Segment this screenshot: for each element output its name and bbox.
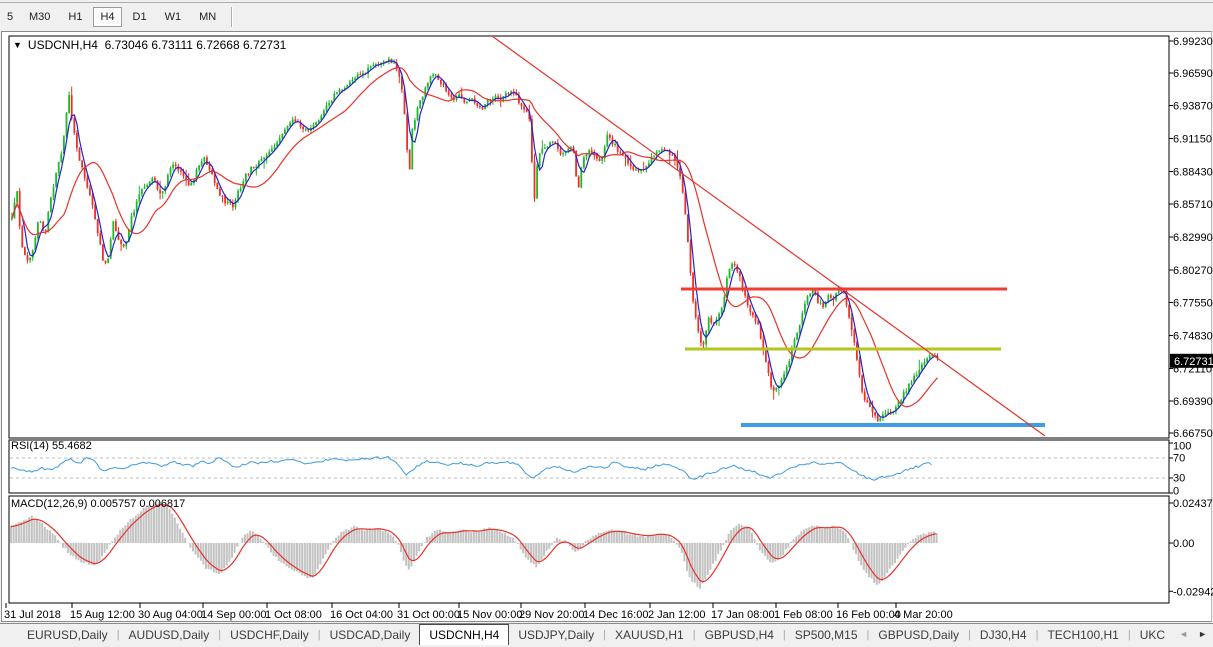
tf-button-d1[interactable]: D1 <box>126 7 154 27</box>
macd-axis: 0.024372 0.00 -0.029423 <box>1169 498 1213 598</box>
chart-symbol-label: USDCNH,H4 <box>28 38 98 52</box>
svg-text:0.024372: 0.024372 <box>1173 498 1213 510</box>
svg-text:16 Feb 00:00: 16 Feb 00:00 <box>836 609 901 621</box>
svg-text:2 Jan 12:00: 2 Jan 12:00 <box>648 609 706 621</box>
chart-ohlc-values: 6.73046 6.73111 6.72668 6.72731 <box>105 38 287 52</box>
tf-button-5[interactable]: 5 <box>4 7 18 27</box>
svg-text:6.74830: 6.74830 <box>1173 331 1213 343</box>
tf-button-h1[interactable]: H1 <box>61 7 89 27</box>
tab-xauusd-h1[interactable]: XAUUSD,H1 <box>606 624 693 645</box>
rsi-indicator-label: RSI(14) 55.4682 <box>11 440 92 452</box>
time-axis: 31 Jul 2018 15 Aug 12:0030 Aug 04:0014 Se… <box>4 603 953 621</box>
svg-text:1 Feb 08:00: 1 Feb 08:00 <box>774 609 833 621</box>
tab-scroll-right-icon[interactable]: ► <box>1198 629 1207 639</box>
tab-eurusd-daily[interactable]: EURUSD,Daily <box>18 624 117 645</box>
svg-text:6.72731: 6.72731 <box>1174 356 1213 368</box>
chart-canvas[interactable]: 6.99230 6.96590 6.93870 6.91150 6.88430 6.857… <box>2 32 1213 623</box>
svg-text:31 Oct 00:00: 31 Oct 00:00 <box>397 609 460 621</box>
tab-gbpusd-h4[interactable]: GBPUSD,H4 <box>696 624 783 645</box>
svg-text:6.91150: 6.91150 <box>1173 134 1212 146</box>
svg-text:1 Oct 08:00: 1 Oct 08:00 <box>265 609 322 621</box>
macd-indicator-label: MACD(12,26,9) 0.005757 0.006817 <box>11 498 185 510</box>
price-axis: 6.99230 6.96590 6.93870 6.91150 6.88430 6.857… <box>1169 36 1213 440</box>
svg-text:31 Jul 2018: 31 Jul 2018 <box>4 609 61 621</box>
chart-dropdown-icon[interactable]: ▼ <box>13 40 22 50</box>
chart-title: ▼ USDCNH,H4 6.73046 6.73111 6.72668 6.727… <box>13 38 286 52</box>
tab-tech100-h1[interactable]: TECH100,H1 <box>1038 624 1127 645</box>
tab-dj30-h4[interactable]: DJ30,H4 <box>971 624 1036 645</box>
panel-divider[interactable] <box>2 493 1211 496</box>
svg-text:6.82990: 6.82990 <box>1173 232 1213 244</box>
tf-button-w1[interactable]: W1 <box>158 7 189 27</box>
panel-frames <box>9 36 1169 603</box>
svg-text:100: 100 <box>1173 441 1191 453</box>
chart-workspace[interactable]: 6.99230 6.96590 6.93870 6.91150 6.88430 6.857… <box>1 31 1212 622</box>
svg-text:30 Aug 04:00: 30 Aug 04:00 <box>138 609 203 621</box>
svg-text:0.00: 0.00 <box>1173 538 1194 550</box>
tab-audusd-daily[interactable]: AUDUSD,Daily <box>120 624 219 645</box>
svg-text:16 Oct 04:00: 16 Oct 04:00 <box>330 609 393 621</box>
tab-usdchf-daily[interactable]: USDCHF,Daily <box>221 624 318 645</box>
tf-button-m30[interactable]: M30 <box>22 7 57 27</box>
tab-scroll-arrows: ◄ ► <box>1179 625 1207 643</box>
svg-text:6.93870: 6.93870 <box>1173 101 1213 113</box>
svg-text:15 Nov 00:00: 15 Nov 00:00 <box>457 609 522 621</box>
svg-text:29 Nov 20:00: 29 Nov 20:00 <box>519 609 584 621</box>
tab-scroll-left-icon[interactable]: ◄ <box>1179 629 1188 639</box>
svg-text:6.96590: 6.96590 <box>1173 68 1213 80</box>
tab-gbpusd-daily[interactable]: GBPUSD,Daily <box>869 624 968 645</box>
svg-text:6.88430: 6.88430 <box>1173 166 1213 178</box>
svg-text:6.77550: 6.77550 <box>1173 298 1213 310</box>
svg-text:30: 30 <box>1173 473 1185 485</box>
svg-text:15 Aug 12:00: 15 Aug 12:00 <box>70 609 135 621</box>
toolbar-separator <box>231 7 233 27</box>
chart-tab-bar: EURUSD,Daily|AUDUSD,Daily|USDCHF,Daily|U… <box>0 623 1213 645</box>
svg-text:6.69390: 6.69390 <box>1173 396 1213 408</box>
timeframe-toolbar: 5M30H1H4D1W1MN <box>0 4 1213 30</box>
panel-divider[interactable] <box>2 437 1211 440</box>
rsi-axis: 10070300 <box>1169 441 1191 498</box>
tab-usdjpy-daily[interactable]: USDJPY,Daily <box>509 624 603 645</box>
mt4-window: 5M30H1H4D1W1MN 6.99230 6.96590 6.93870 6.91… <box>0 0 1213 647</box>
svg-text:6.80270: 6.80270 <box>1173 265 1213 277</box>
svg-text:6.99230: 6.99230 <box>1173 36 1213 48</box>
upper-toolbar-edge <box>0 0 1213 3</box>
svg-text:6.85710: 6.85710 <box>1173 199 1213 211</box>
svg-text:70: 70 <box>1173 453 1185 465</box>
tf-button-h4[interactable]: H4 <box>93 7 121 27</box>
svg-text:4 Mar 20:00: 4 Mar 20:00 <box>894 609 953 621</box>
tab-ukc[interactable]: UKC <box>1131 624 1174 645</box>
svg-text:14 Sep 00:00: 14 Sep 00:00 <box>201 609 266 621</box>
tab-usdcad-daily[interactable]: USDCAD,Daily <box>321 624 420 645</box>
svg-text:-0.029423: -0.029423 <box>1173 586 1213 598</box>
tab-usdcnh-h4[interactable]: USDCNH,H4 <box>419 624 509 645</box>
tab-sp500-m15[interactable]: SP500,M15 <box>786 624 867 645</box>
svg-text:14 Dec 16:00: 14 Dec 16:00 <box>583 609 648 621</box>
tf-button-mn[interactable]: MN <box>192 7 223 27</box>
svg-text:17 Jan 08:00: 17 Jan 08:00 <box>711 609 775 621</box>
